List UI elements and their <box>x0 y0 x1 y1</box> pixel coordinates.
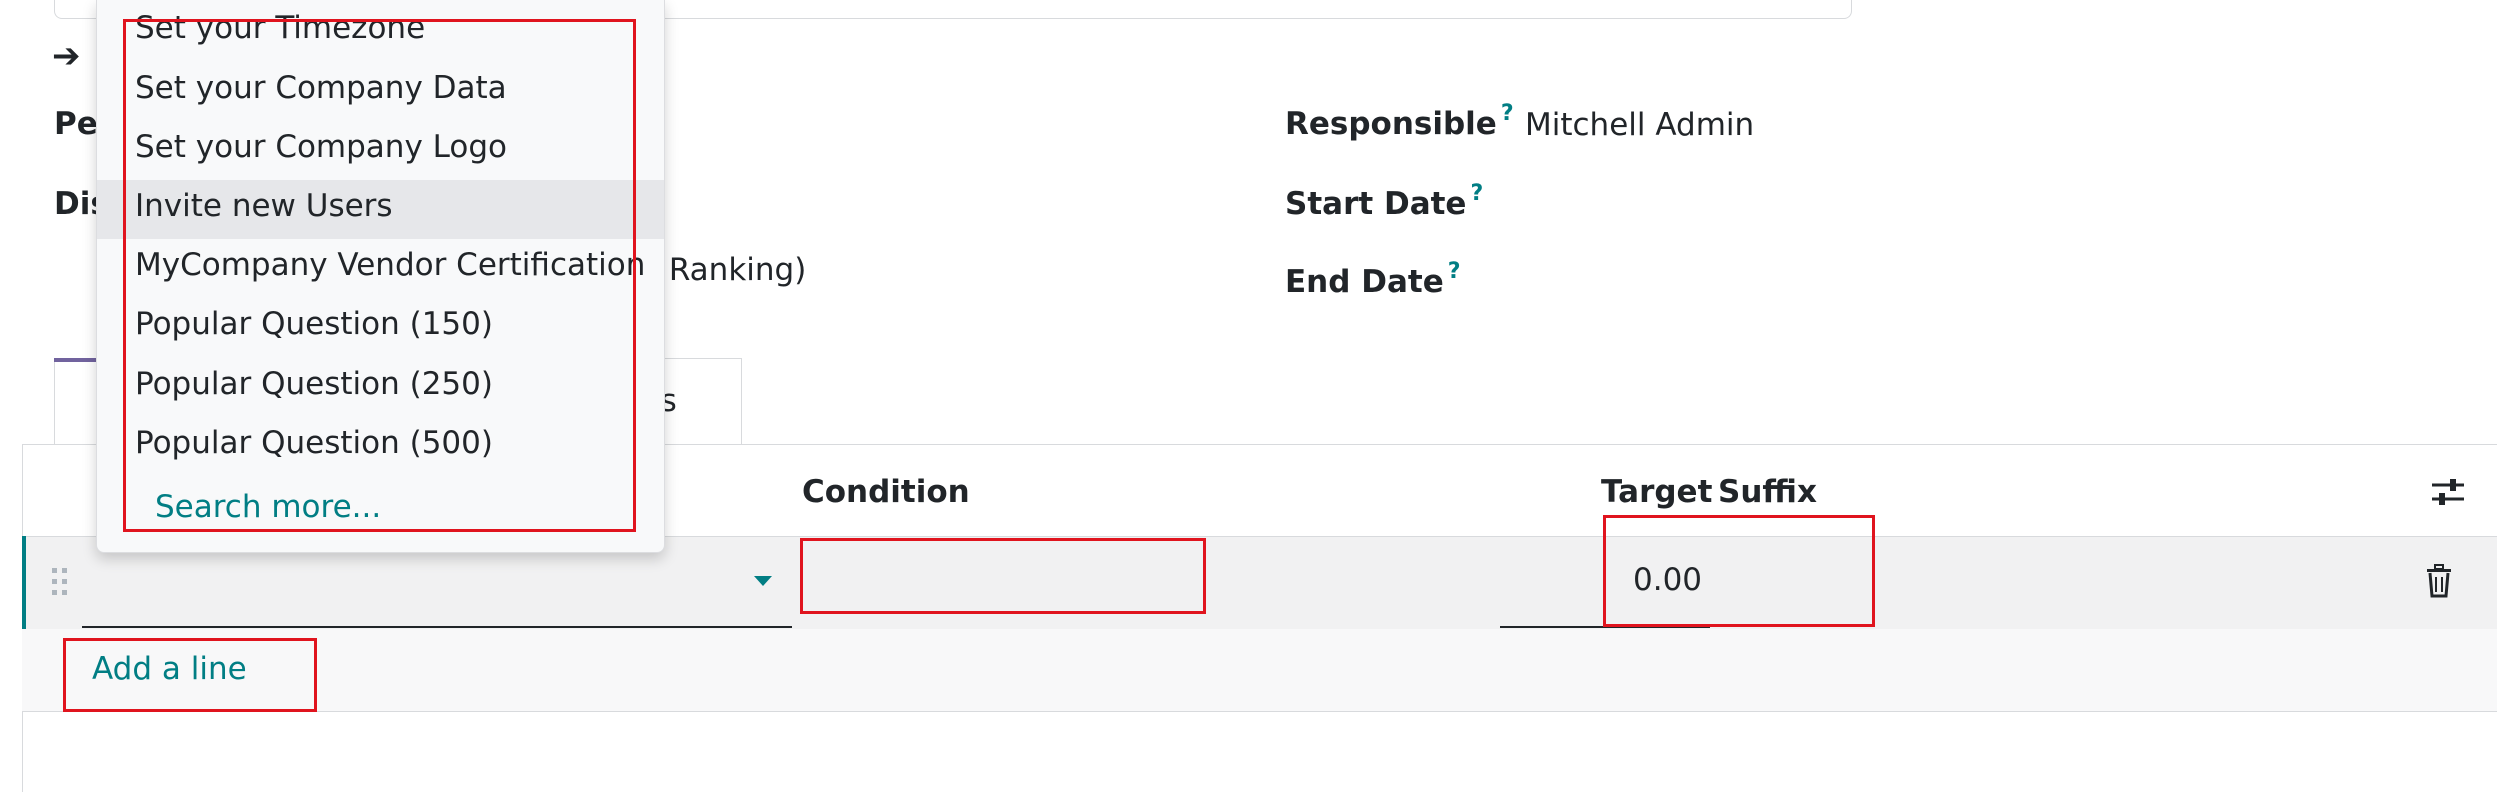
challenge-select-input[interactable] <box>82 540 792 628</box>
responsible-label: Responsible? <box>1285 101 1514 142</box>
add-line-row <box>22 629 2497 712</box>
annotation-box-dropdown <box>123 19 636 532</box>
end-date-label: End Date? <box>1285 259 1461 300</box>
start-date-label-text: Start Date <box>1285 186 1467 222</box>
optional-columns-icon[interactable] <box>2430 474 2466 510</box>
tab-active-indicator <box>54 358 96 362</box>
delete-row-icon[interactable] <box>2424 564 2454 598</box>
help-icon[interactable]: ? <box>1501 101 1514 126</box>
annotation-box-target <box>1603 515 1875 627</box>
annotation-box-add-line <box>63 638 317 712</box>
end-date-label-text: End Date <box>1285 264 1444 300</box>
responsible-value[interactable]: Mitchell Admin <box>1525 107 1754 143</box>
column-header-target[interactable]: Target <box>1601 474 1712 510</box>
annotation-box-condition <box>800 538 1206 614</box>
arrow-right-icon: ➔ <box>52 36 81 76</box>
column-header-suffix[interactable]: Suffix <box>1718 474 1817 510</box>
page: ➔ Pe Dis o Ranking) Responsible? Mitchel… <box>0 0 2497 792</box>
partial-label-period: Pe <box>54 106 98 142</box>
help-icon[interactable]: ? <box>1448 259 1461 284</box>
responsible-label-text: Responsible <box>1285 106 1497 142</box>
start-date-label: Start Date? <box>1285 181 1483 222</box>
row-focus-indicator <box>22 536 26 629</box>
help-icon[interactable]: ? <box>1470 181 1483 206</box>
column-header-condition[interactable]: Condition <box>802 474 970 510</box>
drag-handle-icon[interactable] <box>50 566 70 598</box>
caret-down-icon[interactable] <box>754 576 772 586</box>
